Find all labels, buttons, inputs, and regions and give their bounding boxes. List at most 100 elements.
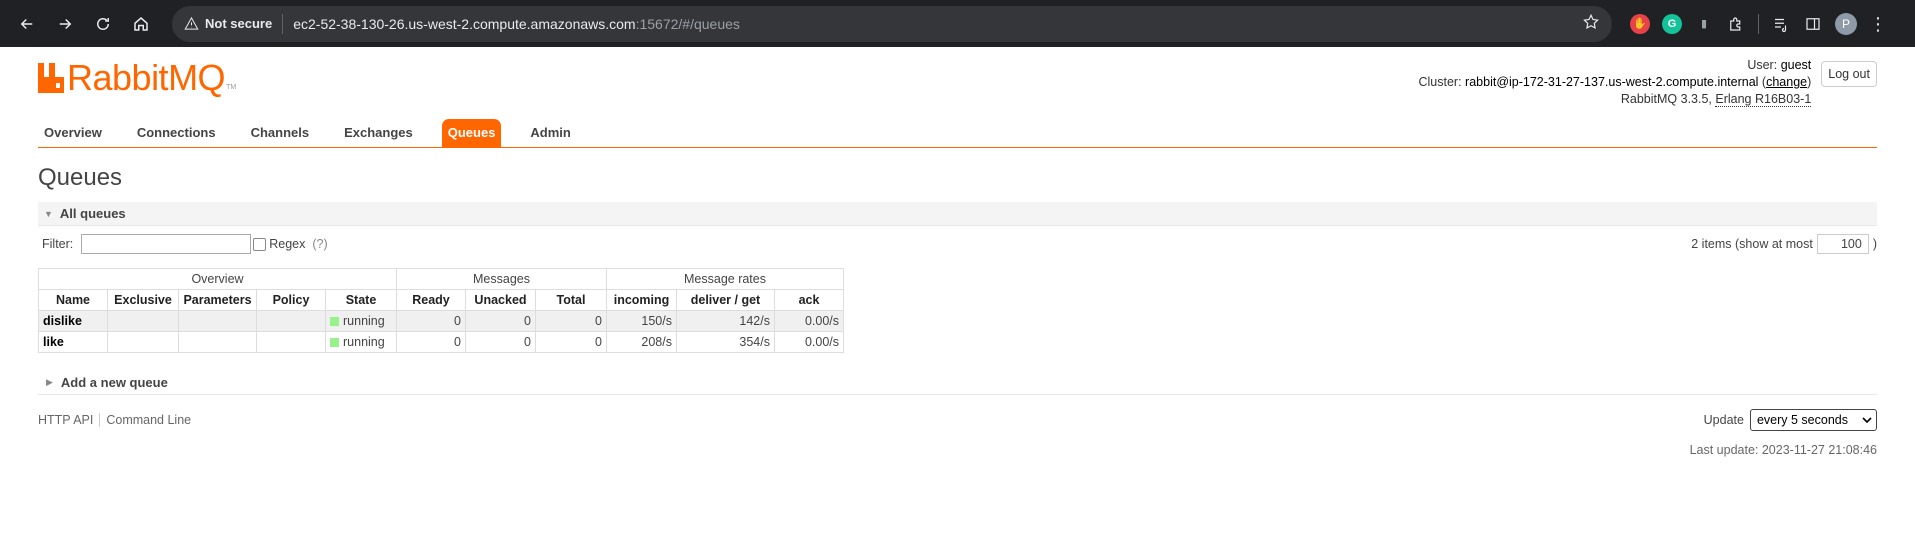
- cell-state: running: [325, 310, 397, 332]
- col-state[interactable]: State: [325, 289, 397, 311]
- cell-ack: 0.00/s: [774, 310, 844, 332]
- update-interval-select[interactable]: every 5 seconds: [1749, 409, 1877, 431]
- user-label: User:: [1747, 58, 1778, 72]
- browser-menu-icon[interactable]: ⋮: [1869, 15, 1887, 33]
- regex-checkbox[interactable]: [253, 237, 267, 251]
- tab-overview[interactable]: Overview: [38, 119, 108, 147]
- add-queue-label: Add a new queue: [60, 375, 168, 390]
- cell-state: running: [325, 331, 397, 353]
- address-bar[interactable]: Not secure ec2-52-38-130-26.us-west-2.co…: [172, 5, 1612, 42]
- cell-ack: 0.00/s: [774, 331, 844, 353]
- cell-deliver-get: 354/s: [676, 331, 775, 353]
- version-line: RabbitMQ 3.3.5, Erlang R16B03-1: [1418, 91, 1812, 108]
- col-parameters[interactable]: Parameters: [178, 289, 257, 311]
- col-policy[interactable]: Policy: [256, 289, 326, 311]
- tab-queues[interactable]: Queues: [441, 119, 502, 147]
- filter-input[interactable]: [81, 234, 252, 254]
- forward-icon[interactable]: [48, 7, 82, 41]
- cell-parameters: [178, 331, 257, 353]
- back-icon[interactable]: [10, 7, 44, 41]
- rabbitmq-logo[interactable]: RabbitMQ TM: [38, 57, 236, 98]
- cell-ready: 0: [396, 310, 466, 332]
- erlang-version: Erlang R16B03-1: [1715, 92, 1812, 107]
- all-queues-label: All queues: [59, 206, 126, 221]
- logo-text: RabbitMQ: [67, 57, 226, 98]
- regex-label: Regex: [269, 237, 306, 251]
- running-status-icon: [330, 317, 339, 326]
- state-text: running: [343, 314, 385, 328]
- cell-total: 0: [534, 310, 608, 332]
- page-content: RabbitMQ TM User: guest Cluster: rabbit@…: [0, 47, 1915, 457]
- col-incoming[interactable]: incoming: [606, 289, 677, 311]
- profile-avatar[interactable]: P: [1835, 12, 1857, 35]
- update-interval-value: every 5 seconds: [1756, 413, 1848, 427]
- queue-name-link[interactable]: like: [38, 331, 108, 353]
- logout-button[interactable]: Log out: [1821, 61, 1877, 87]
- side-panel-icon[interactable]: [1803, 14, 1823, 34]
- page-title: Queues: [38, 164, 123, 191]
- cell-total: 0: [534, 331, 608, 353]
- col-deliver-get[interactable]: deliver / get: [676, 289, 775, 311]
- col-total[interactable]: Total: [534, 289, 608, 311]
- url-host: ec2-52-38-130-26.us-west-2.compute.amazo…: [293, 15, 636, 32]
- table-row[interactable]: dislike running 0 0 0 150/s 142/s 0.00/s: [38, 310, 844, 332]
- filter-label: Filter:: [42, 237, 74, 251]
- cell-incoming: 150/s: [606, 310, 677, 332]
- cell-unacked: 0: [464, 331, 536, 353]
- tab-exchanges[interactable]: Exchanges: [338, 119, 419, 147]
- cell-policy: [256, 310, 326, 332]
- command-line-link[interactable]: Command Line: [106, 413, 191, 427]
- app-header: RabbitMQ TM User: guest Cluster: rabbit@…: [38, 47, 1877, 119]
- media-queue-icon[interactable]: [1771, 14, 1791, 34]
- queues-table: Overview Messages Message rates Name Exc…: [38, 268, 844, 353]
- items-count: 2 items (show at most: [1691, 237, 1813, 251]
- col-unacked[interactable]: Unacked: [464, 289, 536, 311]
- warning-icon: [184, 16, 199, 30]
- cell-exclusive: [107, 310, 179, 332]
- user-name: guest: [1780, 58, 1812, 72]
- change-cluster-link[interactable]: change: [1766, 75, 1807, 89]
- state-text: running: [343, 335, 385, 349]
- col-ack[interactable]: ack: [774, 289, 844, 311]
- col-exclusive[interactable]: Exclusive: [107, 289, 179, 311]
- grammarly-icon[interactable]: G: [1662, 13, 1682, 34]
- footer: HTTP API Command Line Update every 5 sec…: [38, 409, 1877, 431]
- expand-triangle-icon: ▶: [46, 377, 53, 387]
- browser-toolbar: Not secure ec2-52-38-130-26.us-west-2.co…: [0, 0, 1915, 47]
- queue-name-link[interactable]: dislike: [38, 310, 108, 332]
- not-secure-indicator[interactable]: Not secure: [184, 13, 284, 34]
- not-secure-label: Not secure: [205, 16, 273, 31]
- regex-option: Regex (?): [253, 237, 328, 251]
- update-label: Update: [1703, 413, 1744, 427]
- toolbar-divider: [1758, 13, 1759, 34]
- reload-icon[interactable]: [86, 7, 120, 41]
- col-ready[interactable]: Ready: [396, 289, 466, 311]
- extension-bottle-icon[interactable]: ▮: [1694, 14, 1714, 34]
- cluster-label: Cluster:: [1418, 75, 1462, 89]
- bookmark-star-icon[interactable]: [1582, 13, 1600, 34]
- items-close: ): [1872, 237, 1877, 251]
- chevron-down-icon: [1862, 416, 1872, 423]
- tab-channels[interactable]: Channels: [245, 119, 316, 147]
- regex-help[interactable]: (?): [312, 237, 327, 251]
- items-max-input[interactable]: 100: [1816, 234, 1869, 254]
- home-icon[interactable]: [124, 7, 158, 41]
- add-queue-toggle[interactable]: ▶ Add a new queue: [38, 371, 1877, 395]
- cluster-line: Cluster: rabbit@ip-172-31-27-137.us-west…: [1418, 75, 1812, 89]
- cell-unacked: 0: [464, 310, 536, 332]
- all-queues-toggle[interactable]: ▼ All queues: [38, 202, 1877, 226]
- cell-exclusive: [107, 331, 179, 353]
- extensions-puzzle-icon[interactable]: [1726, 14, 1746, 34]
- cell-incoming: 208/s: [606, 331, 677, 353]
- cell-ready: 0: [396, 331, 466, 353]
- col-name[interactable]: Name: [38, 289, 108, 311]
- extension-blocker-icon[interactable]: ✋: [1630, 13, 1650, 34]
- table-row[interactable]: like running 0 0 0 208/s 354/s 0.00/s: [38, 331, 844, 353]
- http-api-link[interactable]: HTTP API: [38, 413, 93, 427]
- collapse-triangle-icon: ▼: [44, 208, 53, 219]
- last-update: Last update: 2023-11-27 21:08:46: [1689, 443, 1877, 457]
- rabbitmq-logo-icon: [38, 63, 64, 93]
- tab-connections[interactable]: Connections: [131, 119, 222, 147]
- cell-deliver-get: 142/s: [676, 310, 775, 332]
- tab-admin[interactable]: Admin: [524, 119, 576, 147]
